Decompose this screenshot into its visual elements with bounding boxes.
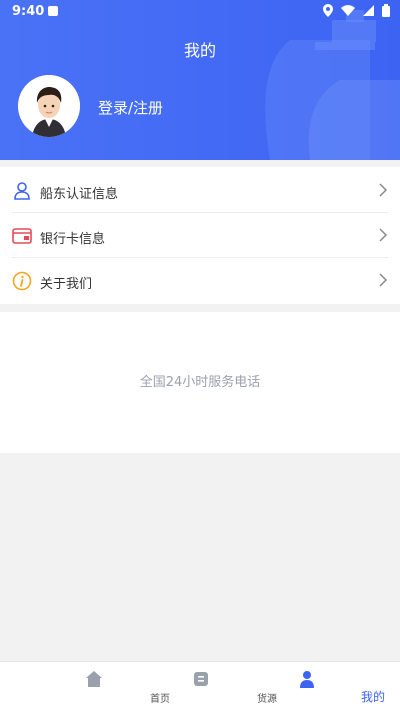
tab-profile[interactable]: 我的: [240, 662, 373, 712]
status-bar: 9:40: [0, 0, 400, 24]
battery-icon: [382, 4, 390, 17]
login-register-link[interactable]: 登录/注册: [98, 97, 163, 118]
menu-item-label: 关于我们: [40, 273, 92, 292]
home-icon: [85, 670, 103, 688]
profile-header: 9:40 我的 登录/注册: [0, 0, 400, 160]
location-icon: [323, 4, 333, 17]
chevron-right-icon: [378, 273, 388, 287]
card-icon: [12, 226, 32, 246]
service-hotline-text[interactable]: 全国24小时服务电话: [0, 371, 400, 390]
menu-item-shipowner-certification[interactable]: 船东认证信息: [0, 169, 400, 213]
wifi-icon: [341, 5, 355, 16]
ship-illustration: [220, 0, 400, 160]
cargo-icon: [192, 670, 210, 688]
chevron-right-icon: [378, 228, 388, 242]
tab-label: 我的: [307, 688, 400, 705]
bottom-tab-bar: 首页 货源 我的: [0, 661, 400, 712]
avatar[interactable]: [18, 75, 80, 137]
chevron-right-icon: [378, 183, 388, 197]
divider: [12, 212, 388, 213]
menu-list: 船东认证信息 银行卡信息 关于我们: [0, 167, 400, 304]
status-icons: [323, 4, 390, 17]
menu-item-label: 船东认证信息: [40, 183, 118, 202]
menu-item-about-us[interactable]: 关于我们: [0, 259, 400, 303]
notification-icon: [48, 6, 58, 16]
info-icon: [12, 271, 32, 291]
user-icon: [12, 181, 32, 201]
profile-icon: [298, 670, 316, 688]
menu-item-bank-card[interactable]: 银行卡信息: [0, 214, 400, 258]
divider: [12, 257, 388, 258]
avatar-illustration: [18, 75, 80, 137]
service-section: 全国24小时服务电话: [0, 312, 400, 453]
menu-item-label: 银行卡信息: [40, 228, 105, 247]
page-title: 我的: [0, 37, 400, 61]
signal-icon: [363, 5, 374, 16]
status-time: 9:40: [12, 4, 44, 19]
